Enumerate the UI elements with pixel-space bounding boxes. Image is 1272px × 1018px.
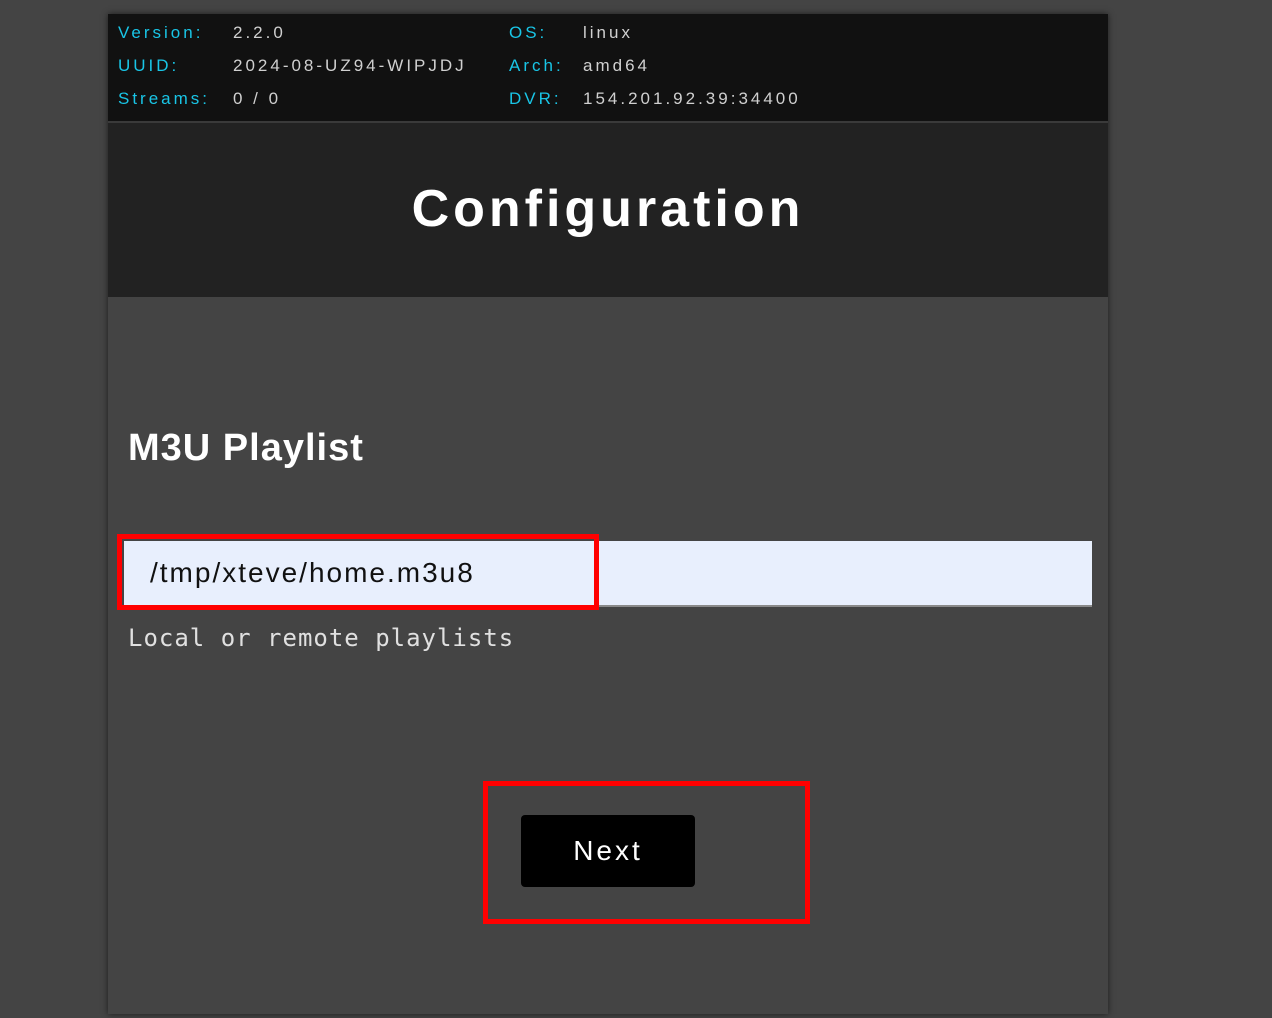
page-header: Configuration — [108, 123, 1108, 297]
dvr-label: DVR: — [509, 89, 562, 108]
page-title: Configuration — [411, 180, 805, 238]
version-value: 2.2.0 — [233, 23, 286, 42]
os-label: OS: — [509, 23, 548, 42]
arch-value: amd64 — [583, 56, 650, 75]
next-button[interactable]: Next — [521, 815, 695, 887]
streams-label: Streams: — [118, 89, 211, 108]
os-value: linux — [583, 23, 633, 42]
playlist-path-input[interactable] — [124, 541, 1092, 607]
playlist-hint: Local or remote playlists — [128, 624, 515, 652]
playlist-section-title: M3U Playlist — [128, 427, 364, 469]
uuid-label: UUID: — [118, 56, 180, 75]
uuid-value: 2024-08-UZ94-WIPJDJ — [233, 56, 467, 75]
streams-value: 0 / 0 — [233, 89, 282, 108]
wizard-window: Version: 2.2.0 UUID: 2024-08-UZ94-WIPJDJ… — [108, 14, 1108, 1014]
dvr-value: 154.201.92.39:34400 — [583, 89, 801, 108]
version-label: Version: — [118, 23, 204, 42]
arch-label: Arch: — [509, 56, 564, 75]
system-info-bar: Version: 2.2.0 UUID: 2024-08-UZ94-WIPJDJ… — [108, 14, 1108, 123]
